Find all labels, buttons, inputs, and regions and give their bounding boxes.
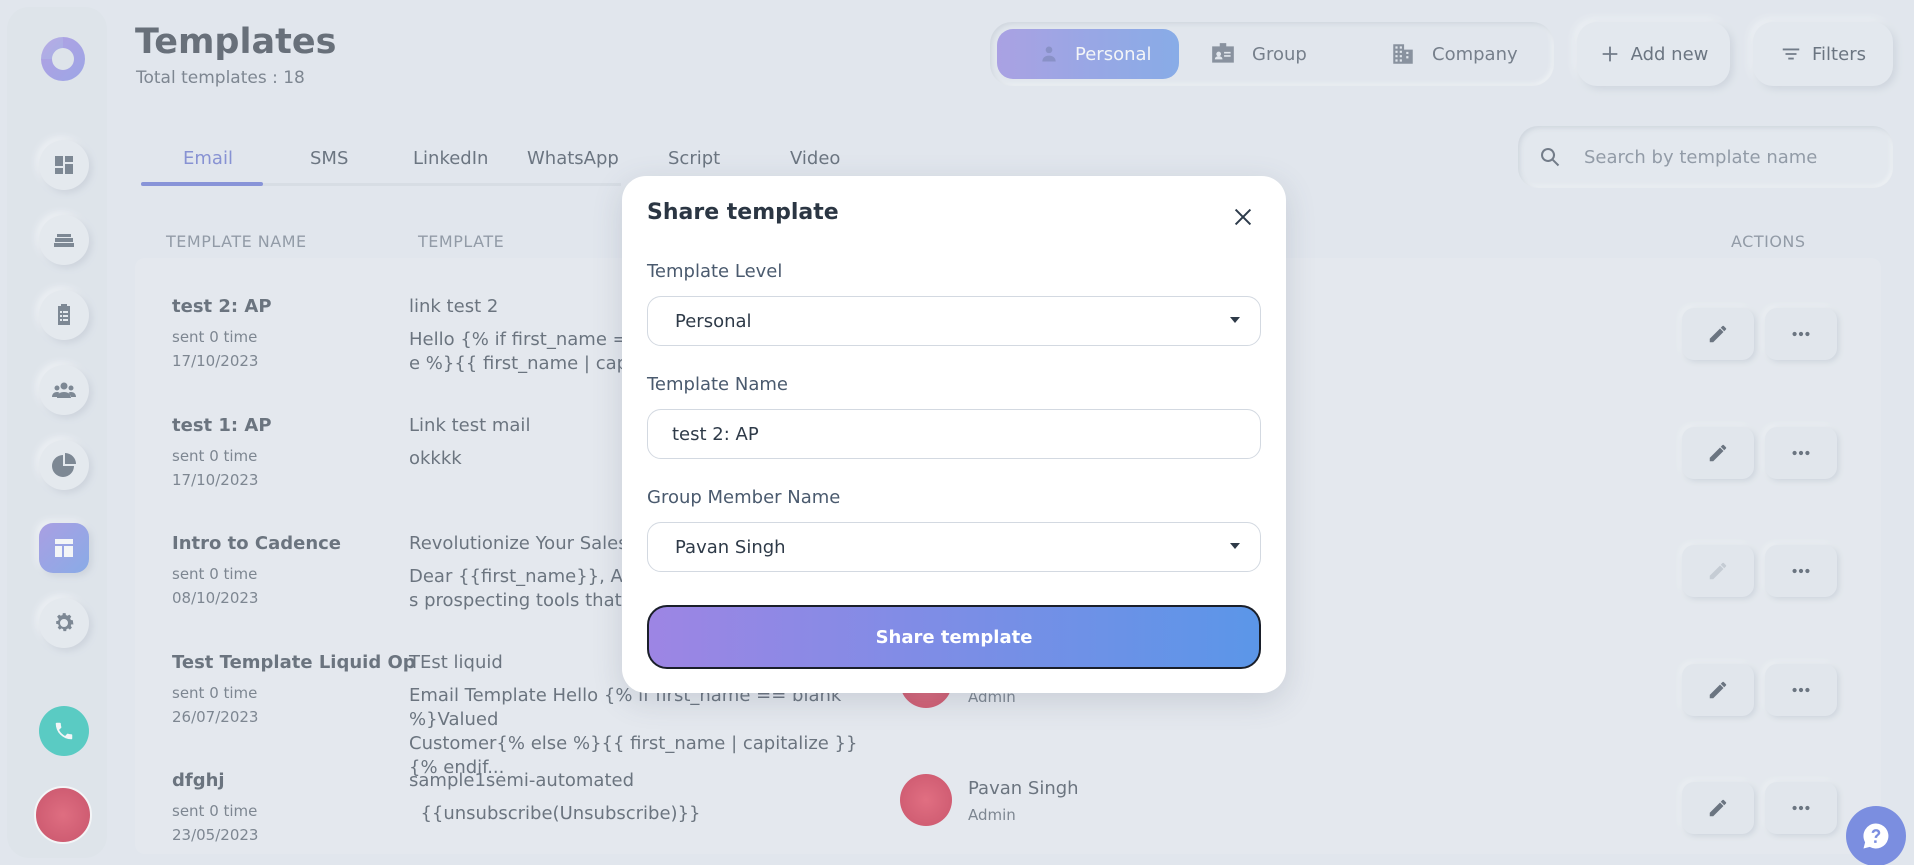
caret-down-icon [1230,317,1240,323]
modal-title: Share template [647,200,839,225]
group-member-label: Group Member Name [647,487,841,508]
help-chat-icon [1863,823,1889,849]
group-member-value: Pavan Singh [675,536,786,558]
caret-down-icon [1230,543,1240,549]
help-button[interactable] [1846,806,1906,865]
template-level-value: Personal [675,310,752,332]
close-button[interactable] [1228,202,1258,232]
template-name-label: Template Name [647,374,788,395]
close-icon [1234,208,1252,226]
template-level-label: Template Level [647,261,783,282]
share-template-modal: Share template Template Level Personal T… [622,176,1286,693]
share-template-button[interactable]: Share template [647,605,1261,669]
group-member-select[interactable]: Pavan Singh [647,522,1261,572]
template-level-select[interactable]: Personal [647,296,1261,346]
template-name-field [647,409,1261,459]
template-name-input[interactable] [672,423,1232,445]
